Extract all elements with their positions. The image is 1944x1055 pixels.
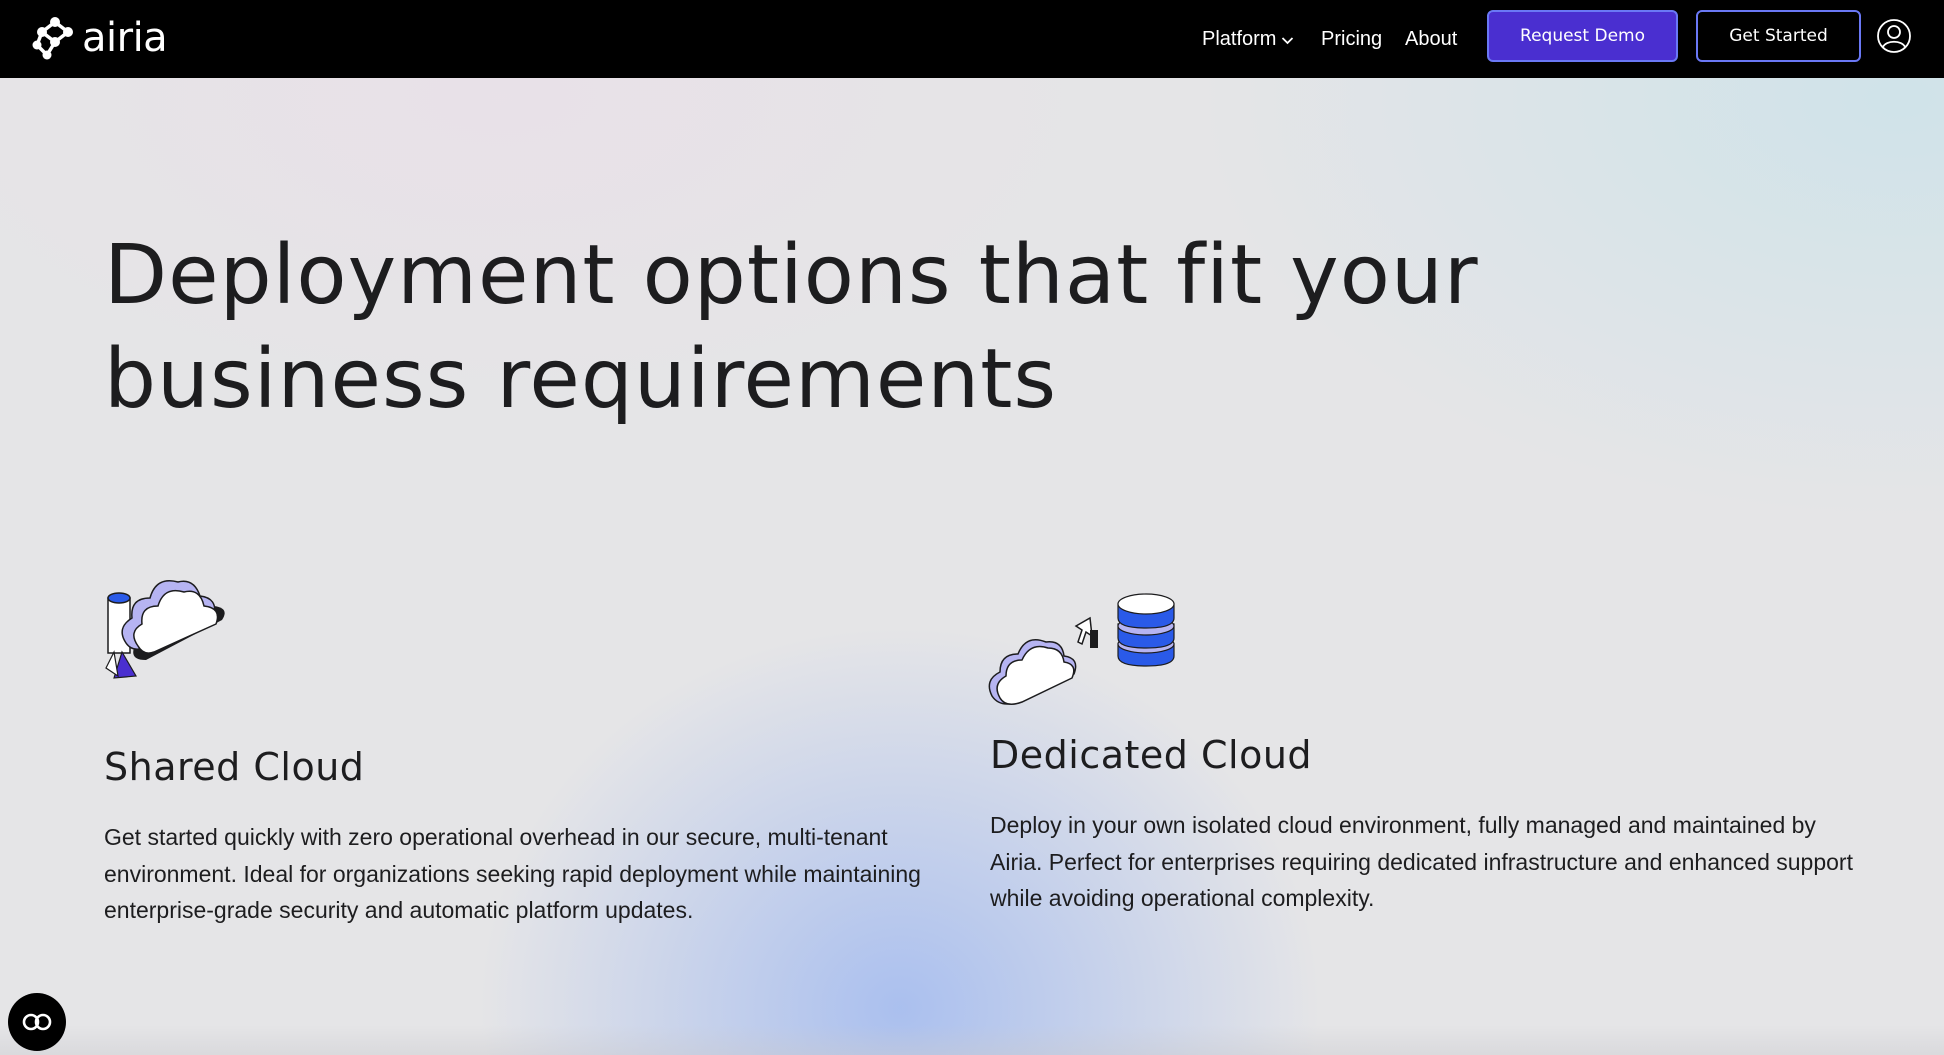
page-title-line-2: business requirements [104, 332, 1058, 427]
dedicated-cloud-icon [988, 593, 1175, 705]
request-demo-button[interactable]: Request Demo [1487, 10, 1678, 62]
accessibility-widget-button[interactable] [8, 993, 66, 1051]
nav-platform-label: Platform [1202, 27, 1277, 50]
dedicated-cloud-title: Dedicated Cloud [990, 733, 1313, 777]
nav-item-about[interactable]: About [1405, 0, 1457, 78]
airia-logo-mark-icon [32, 17, 73, 60]
nav-item-pricing[interactable]: Pricing [1321, 0, 1382, 78]
accessibility-icon [22, 1013, 52, 1031]
shared-cloud-icon [105, 580, 225, 679]
nav-pricing-label: Pricing [1321, 27, 1383, 50]
page-title-line-1: Deployment options that fit your [104, 228, 1479, 323]
section-fade [0, 1025, 1944, 1055]
page-title: Deployment options that fit your busines… [104, 224, 1704, 432]
airia-logo[interactable]: airia [32, 13, 168, 63]
shared-cloud-description: Get started quickly with zero operationa… [104, 824, 921, 923]
nav-about-label: About [1405, 27, 1458, 50]
logo-wordmark: airia [82, 15, 168, 61]
user-account-icon[interactable] [1876, 18, 1912, 54]
dedicated-cloud-description: Deploy in your own isolated cloud enviro… [990, 812, 1853, 911]
get-started-button[interactable]: Get Started [1696, 10, 1861, 62]
shared-cloud-title: Shared Cloud [104, 745, 365, 789]
chevron-down-icon [1282, 37, 1294, 45]
top-navigation-bar: airia Platform Pricing About Request Dem… [0, 0, 1944, 78]
nav-item-platform[interactable]: Platform [1202, 0, 1294, 78]
